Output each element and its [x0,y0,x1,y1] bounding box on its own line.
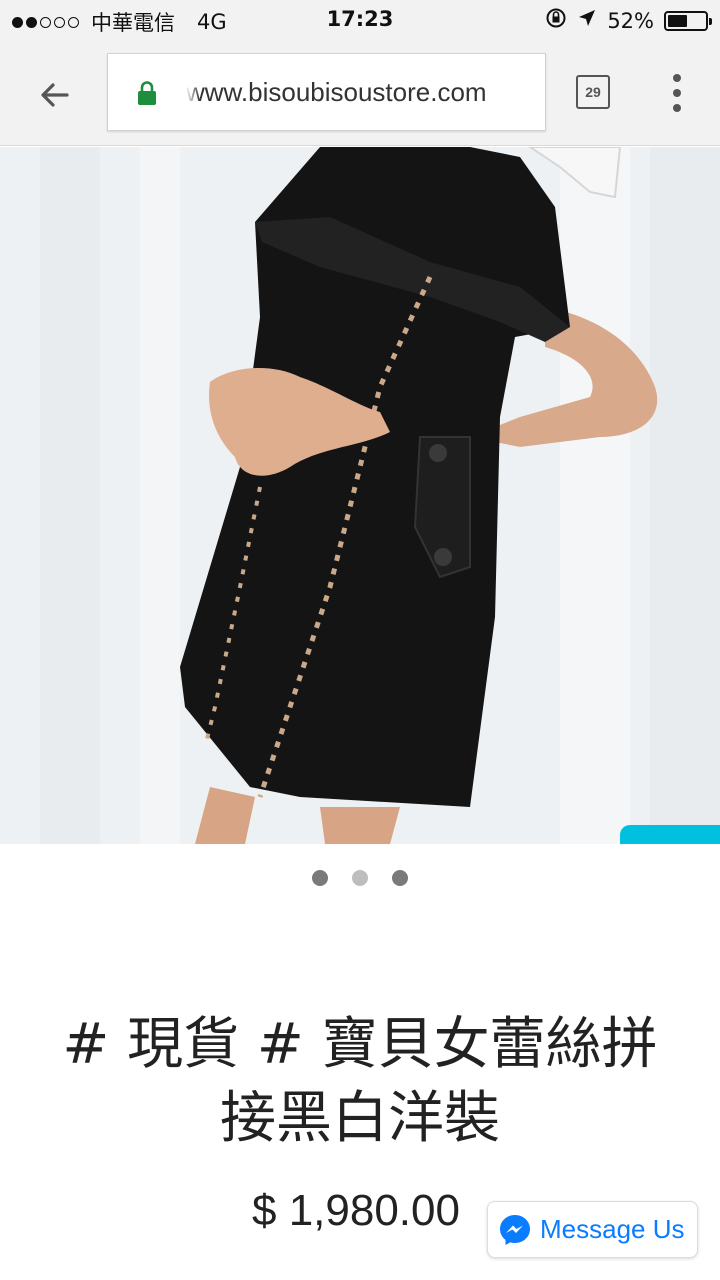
address-bar[interactable]: www.bisoubisoustore.com [107,53,546,131]
message-us-label: Message Us [540,1214,685,1244]
image-carousel-indicator [0,870,720,886]
back-button[interactable] [30,70,80,120]
location-arrow-icon [577,8,597,33]
overflow-menu-button[interactable] [665,70,689,116]
back-arrow-icon [41,83,69,107]
orientation-lock-icon [545,7,567,34]
carousel-dot[interactable] [392,870,408,886]
product-price: $ 1,980.00 [252,1186,460,1235]
dress-photo [0,147,720,844]
lock-icon [138,81,156,105]
product-image[interactable] [0,147,720,844]
url-text: www.bisoubisoustore.com [186,77,487,107]
status-bar: 中華電信 4G 17:23 52% [0,0,720,40]
battery-percent: 52% [607,8,654,33]
carousel-dot[interactable] [312,870,328,886]
overflow-menu-icon [673,74,681,82]
message-us-button[interactable]: Message Us [487,1201,698,1258]
carousel-dot[interactable] [352,870,368,886]
product-title: # 現貨 # 寶貝女蕾絲拼接黑白洋裝 [62,1012,658,1151]
messenger-icon [500,1214,530,1245]
tab-switcher-button[interactable]: 29 [576,75,610,109]
side-feedback-tab[interactable] [620,825,720,844]
browser-toolbar: www.bisoubisoustore.com 29 [0,40,720,146]
battery-icon [664,10,712,31]
